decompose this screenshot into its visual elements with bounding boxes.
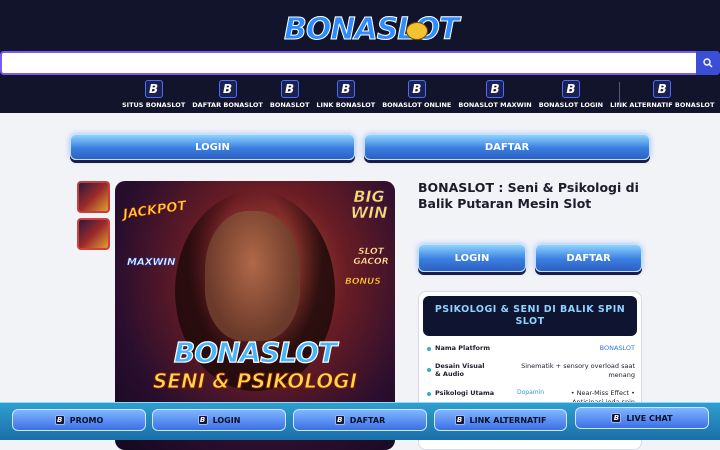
live-chat-button[interactable]: B LIVE CHAT (575, 407, 709, 429)
login-button[interactable]: LOGIN (70, 134, 355, 160)
nav-label: DAFTAR BONASLOT (192, 101, 263, 109)
nav-item-daftar-bonaslot[interactable]: B DAFTAR BONASLOT (192, 80, 263, 110)
product-title: BONASLOT : Seni & Psikologi di Balik Put… (418, 180, 639, 211)
bullet-icon (427, 392, 431, 396)
info-row-value: BONASLOT (599, 344, 635, 352)
hero-bigwin-label: BIG WIN (350, 187, 388, 222)
bottom-action-bar: B PROMO B LOGIN B DAFTAR B LINK ALTERNAT… (0, 402, 720, 440)
nav-label: LINK BONASLOT (316, 101, 376, 109)
nav-item-situs-bonaslot[interactable]: B SITUS BONASLOT (122, 80, 185, 110)
search-input[interactable] (8, 55, 688, 71)
brand-b-icon: B (611, 413, 622, 423)
search-icon (703, 58, 713, 68)
logo-badge-icon (406, 22, 428, 40)
nav-item-link-alternatif-bonaslot[interactable]: B LINK ALTERNATIF BONASLOT (610, 80, 714, 110)
hero-maxwin-label: MAXWIN (127, 257, 176, 269)
hero-portrait (205, 211, 300, 341)
search-button[interactable] (696, 51, 720, 75)
link-alternatif-button[interactable]: B LINK ALTERNATIF (434, 409, 567, 431)
brand-b-icon: B (653, 80, 672, 98)
gallery-thumbnail[interactable] (77, 181, 110, 213)
nav-label: BONASLOT (269, 101, 310, 109)
nav-label: LINK ALTERNATIF BONASLOT (610, 101, 715, 109)
info-row-label: Desain Visual & Audio (435, 362, 485, 378)
info-row: Desain Visual & Audio Sinematik + sensor… (427, 362, 637, 382)
brand-b-icon: B (336, 80, 355, 98)
hero-slot-gacor-label: SLOT GACOR (353, 247, 389, 267)
site-logo[interactable]: BONASLOT (284, 8, 460, 50)
brand-b-icon: B (280, 80, 299, 98)
bullet-icon (427, 368, 431, 372)
nav-item-bonaslot-maxwin[interactable]: B BONASLOT MAXWIN (458, 80, 532, 110)
nav-label: BONASLOT MAXWIN (458, 101, 532, 109)
live-chat-label: LIVE CHAT (626, 413, 673, 423)
brand-b-icon: B (454, 415, 465, 425)
product-login-button[interactable]: LOGIN (418, 244, 526, 272)
brand-b-icon: B (334, 415, 345, 425)
info-row-label: Psikologi Utama (435, 389, 495, 397)
brand-b-icon: B (561, 80, 580, 98)
promo-button[interactable]: B PROMO (12, 409, 146, 431)
nav-label: BONASLOT ONLINE (382, 101, 452, 109)
hero-jackpot-label: JACKPOT (122, 198, 188, 223)
nav-item-link-bonaslot[interactable]: B LINK BONASLOT (316, 80, 375, 110)
bottom-daftar-label: DAFTAR (349, 415, 386, 425)
brand-b-icon: B (144, 80, 163, 98)
product-daftar-button[interactable]: DAFTAR (535, 244, 642, 272)
bottom-login-label: LOGIN (212, 415, 241, 425)
site-header: BONASLOT B SITUS BONASLOT B DAFTAR BONAS… (0, 0, 720, 113)
gallery-thumbnail[interactable] (77, 218, 110, 250)
info-row-value: Sinematik + sensory overload saat menang (521, 362, 635, 379)
brand-b-icon: B (54, 415, 65, 425)
brand-b-icon: B (486, 80, 505, 98)
nav-item-bonaslot-online[interactable]: B BONASLOT ONLINE (382, 80, 451, 110)
info-card-title: PSIKOLOGI & SENI DI BALIK SPIN SLOT (423, 296, 637, 336)
daftar-button[interactable]: DAFTAR (364, 134, 650, 160)
brand-b-icon: B (218, 80, 237, 98)
promo-label: PROMO (69, 415, 104, 425)
nav-item-bonaslot[interactable]: B BONASLOT (269, 80, 310, 110)
brand-b-icon: B (407, 80, 426, 98)
brand-b-icon: B (197, 415, 208, 425)
main-nav: B SITUS BONASLOT B DAFTAR BONASLOT B BON… (122, 80, 720, 110)
bullet-icon (427, 347, 431, 351)
info-row-label: Nama Platform (435, 344, 491, 352)
bottom-login-button[interactable]: B LOGIN (152, 409, 286, 431)
nav-label: SITUS BONASLOT (122, 101, 186, 109)
bottom-daftar-button[interactable]: B DAFTAR (293, 409, 427, 431)
info-row: Nama Platform BONASLOT (427, 344, 637, 354)
nav-item-bonaslot-login[interactable]: B BONASLOT LOGIN (539, 80, 603, 110)
link-alternatif-label: LINK ALTERNATIF (469, 415, 547, 425)
hero-brand-label: BONASLOT (173, 335, 337, 369)
nav-label: BONASLOT LOGIN (538, 101, 604, 109)
hero-bonus-label: BONUS (345, 277, 381, 287)
nav-divider (619, 82, 620, 106)
hero-subtitle-label: SENI & PSIKOLOGI (152, 369, 358, 394)
search-bar (0, 51, 720, 75)
